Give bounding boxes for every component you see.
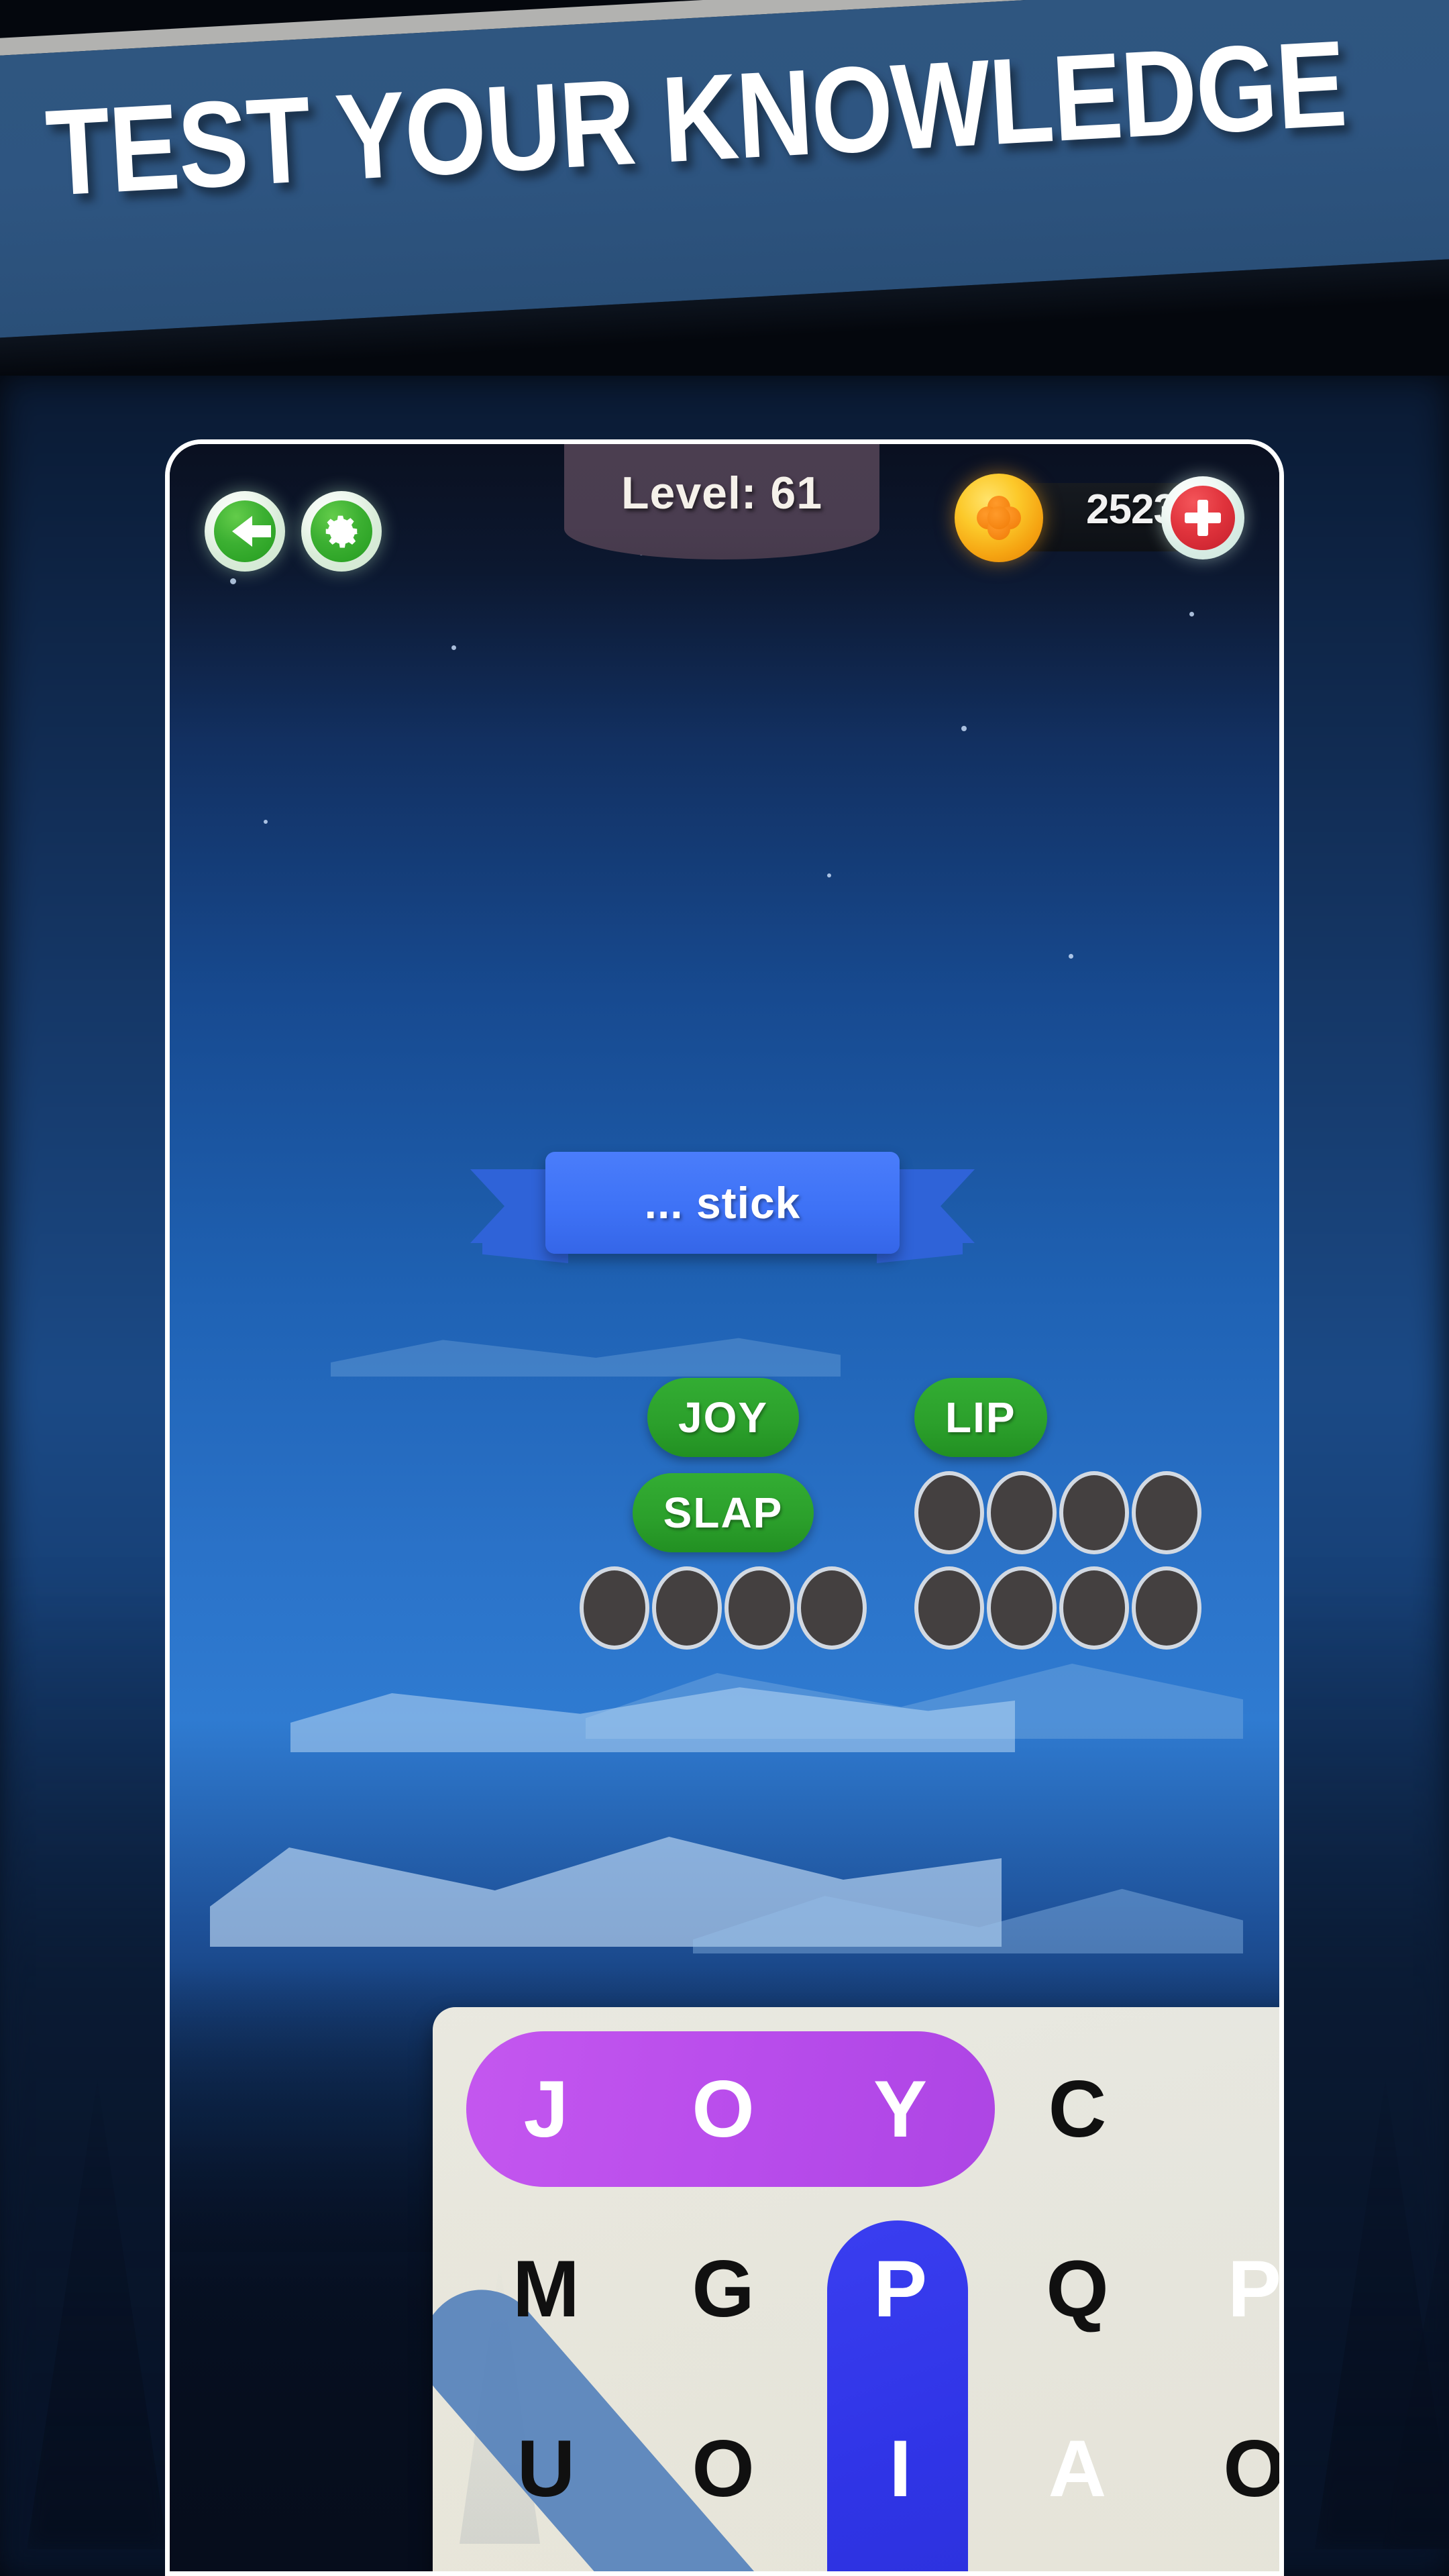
letter-placeholder xyxy=(1059,1566,1129,1650)
found-word-label: LIP xyxy=(945,1393,1016,1442)
star xyxy=(230,578,236,584)
grid-cell[interactable]: M xyxy=(454,2199,638,2379)
letter-placeholder xyxy=(987,1566,1057,1650)
promo-headline: TEST YOUR KNOWLEDGE xyxy=(42,14,1349,222)
promo-banner-band xyxy=(0,0,1449,339)
settings-button[interactable] xyxy=(301,491,382,572)
add-coins-button[interactable] xyxy=(1161,476,1244,559)
promo-banner-shadow xyxy=(0,256,1449,380)
word-row: JOY xyxy=(566,1370,881,1465)
grid-cell[interactable]: C xyxy=(985,2019,1169,2199)
grid-cell[interactable]: P xyxy=(1163,2199,1279,2379)
found-word-label: JOY xyxy=(678,1393,769,1442)
level-plaque: Level: 61 xyxy=(564,444,879,559)
word-row xyxy=(914,1465,1230,1560)
grid-cell[interactable]: J xyxy=(454,2019,638,2199)
grid-cell[interactable]: Y xyxy=(808,2019,992,2199)
letter-placeholder xyxy=(1132,1566,1201,1650)
plus-icon xyxy=(1171,486,1235,550)
letter-placeholder xyxy=(914,1566,984,1650)
grid-cell[interactable]: P xyxy=(808,2199,992,2379)
found-word-chip: LIP xyxy=(914,1378,1047,1457)
star xyxy=(1069,954,1073,959)
hint-text: ... stick xyxy=(644,1178,801,1228)
app-root: TEST YOUR KNOWLEDGE Level: 61 2523 ... s… xyxy=(0,0,1449,2576)
letter-placeholder xyxy=(580,1566,649,1650)
grid-cell[interactable]: G xyxy=(631,2199,815,2379)
gear-icon xyxy=(325,515,359,548)
grid-cell[interactable]: A xyxy=(985,2379,1169,2559)
hidden-word-placeholder xyxy=(914,1471,1201,1554)
letter-placeholder xyxy=(914,1471,984,1554)
promo-banner-edge xyxy=(0,0,1449,58)
letter-placeholder xyxy=(652,1566,722,1650)
letter-placeholder xyxy=(987,1471,1057,1554)
grid-cell[interactable]: Q xyxy=(985,2199,1169,2379)
grid-cell[interactable]: L xyxy=(808,2559,992,2571)
back-arrow-icon xyxy=(232,516,271,547)
back-button-disc xyxy=(214,500,276,562)
word-row: LIP xyxy=(914,1370,1230,1465)
found-word-chip: JOY xyxy=(647,1378,800,1457)
letter-placeholder xyxy=(797,1566,867,1650)
grid-cell[interactable]: P xyxy=(631,2559,815,2571)
hint-ribbon-body: ... stick xyxy=(545,1152,900,1254)
hidden-word-placeholder xyxy=(914,1566,1201,1650)
letter-placeholder xyxy=(1059,1471,1129,1554)
grid-cell[interactable]: I xyxy=(808,2379,992,2559)
back-button[interactable] xyxy=(205,491,285,572)
game-screen: Level: 61 2523 ... stick JOY SLAP LIP J … xyxy=(170,444,1279,2571)
grid-cell[interactable]: H xyxy=(1163,2559,1279,2571)
promo-banner: TEST YOUR KNOWLEDGE xyxy=(0,0,1449,380)
letter-placeholder xyxy=(1132,1471,1201,1554)
grid-cell[interactable]: O xyxy=(631,2379,815,2559)
found-word-label: SLAP xyxy=(663,1489,784,1537)
level-label: Level: 61 xyxy=(621,468,823,519)
word-row: SLAP xyxy=(566,1465,881,1560)
star xyxy=(451,645,456,650)
grid-cell[interactable]: O xyxy=(631,2019,815,2199)
hidden-word-placeholder xyxy=(580,1566,867,1650)
star xyxy=(961,726,967,731)
word-row xyxy=(914,1560,1230,1656)
found-word-chip: SLAP xyxy=(632,1473,814,1552)
hint-ribbon: ... stick xyxy=(470,1152,975,1263)
phone-frame: Level: 61 2523 ... stick JOY SLAP LIP J … xyxy=(165,439,1284,2576)
grid-cell[interactable]: R xyxy=(454,2559,638,2571)
star xyxy=(1189,612,1194,616)
letter-grid-panel[interactable]: JOYCMGPQPUOIAORPLHDSIC xyxy=(433,2007,1279,2571)
word-row xyxy=(566,1560,881,1656)
star xyxy=(264,820,268,824)
word-list-column-left: JOY SLAP xyxy=(566,1370,881,1656)
grid-cell[interactable]: O xyxy=(1163,2379,1279,2559)
gold-coin-icon xyxy=(955,474,1043,562)
settings-button-disc xyxy=(311,500,372,562)
coin-flower-glyph xyxy=(977,496,1021,540)
star xyxy=(827,873,831,877)
letter-placeholder xyxy=(724,1566,794,1650)
word-list-column-right: LIP xyxy=(914,1370,1230,1656)
grid-cell[interactable]: U xyxy=(454,2379,638,2559)
